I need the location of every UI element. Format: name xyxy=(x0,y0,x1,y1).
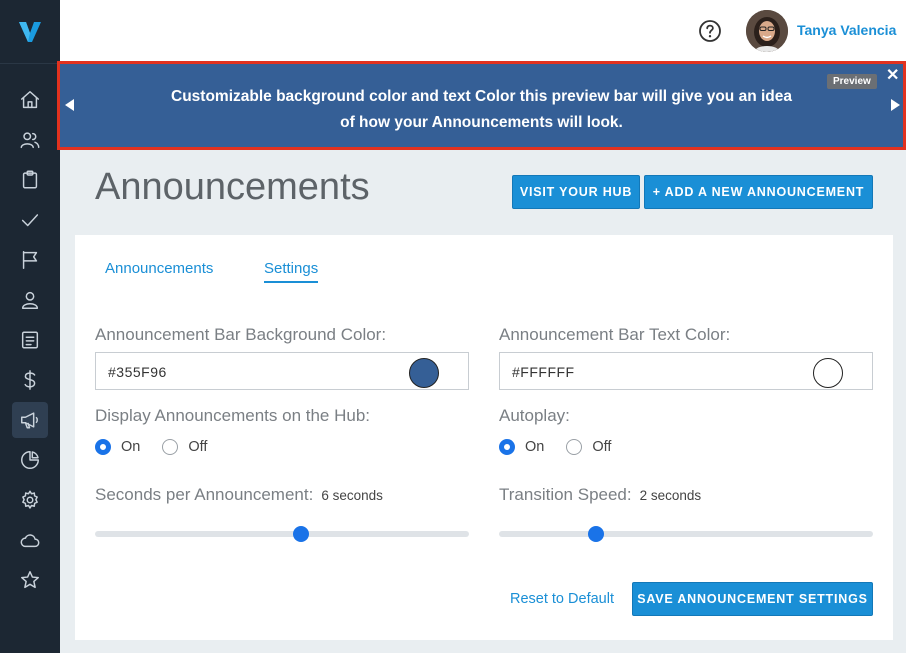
bg-color-value[interactable]: #355F96 xyxy=(108,364,167,380)
transition-slider[interactable] xyxy=(499,526,873,542)
person-icon xyxy=(21,291,39,309)
preview-line-1: Customizable background color and text C… xyxy=(171,88,792,105)
visit-hub-button[interactable]: VISIT YOUR HUB xyxy=(512,175,640,209)
display-label: Display Announcements on the Hub: xyxy=(95,406,371,425)
text-color-value[interactable]: #FFFFFF xyxy=(512,364,575,380)
autoplay-on-label[interactable]: On xyxy=(525,439,544,455)
tab-settings[interactable]: Settings xyxy=(264,260,319,283)
transition-slider-thumb[interactable] xyxy=(588,526,605,542)
display-off-radio[interactable] xyxy=(162,439,179,455)
text-color-input[interactable]: #FFFFFF xyxy=(499,352,873,390)
seconds-slider-thumb[interactable] xyxy=(292,526,309,542)
display-off-label[interactable]: Off xyxy=(188,439,207,455)
seconds-value: 6 seconds xyxy=(321,488,383,503)
user-name[interactable]: Tanya Valencia xyxy=(797,22,896,38)
next-arrow-icon[interactable] xyxy=(891,99,900,111)
help-icon[interactable] xyxy=(698,19,722,43)
sidebar-item-users[interactable] xyxy=(12,122,48,158)
tab-announcements[interactable]: Announcements xyxy=(105,260,213,277)
clipboard-icon xyxy=(22,170,38,189)
star-icon xyxy=(21,571,39,589)
preview-badge: Preview xyxy=(827,74,877,89)
text-color-swatch[interactable] xyxy=(813,358,843,388)
seconds-label: Seconds per Announcement: xyxy=(95,485,314,504)
transition-value: 2 seconds xyxy=(639,488,702,503)
avatar[interactable] xyxy=(746,10,788,52)
bg-color-input[interactable]: #355F96 xyxy=(95,352,469,390)
sidebar-item-billing[interactable] xyxy=(12,362,48,398)
preview-line-2: of how your Announcements will look. xyxy=(340,114,623,131)
document-icon xyxy=(21,331,39,349)
megaphone-icon xyxy=(21,412,38,429)
seconds-slider[interactable] xyxy=(95,526,469,542)
top-header: Tanya Valencia xyxy=(60,0,906,62)
settings-card: Announcements Settings Announcement Bar … xyxy=(75,235,893,640)
sidebar-item-flag[interactable] xyxy=(12,242,48,278)
text-color-label: Announcement Bar Text Color: xyxy=(499,325,731,344)
autoplay-off-label[interactable]: Off xyxy=(592,439,611,455)
autoplay-radio-group: On Off xyxy=(499,439,633,455)
autoplay-label: Autoplay: xyxy=(499,406,570,425)
seconds-row: Seconds per Announcement: 6 seconds xyxy=(95,485,383,505)
flag-icon xyxy=(22,251,38,269)
sidebar-item-reports[interactable] xyxy=(12,442,48,478)
sidebar-item-profile[interactable] xyxy=(12,282,48,318)
sidebar-item-documents[interactable] xyxy=(12,322,48,358)
pie-chart-icon xyxy=(21,451,39,469)
display-on-label[interactable]: On xyxy=(121,439,140,455)
close-icon[interactable]: ✕ xyxy=(886,68,899,84)
sidebar-item-cloud[interactable] xyxy=(12,522,48,558)
sidebar-item-tasks[interactable] xyxy=(12,202,48,238)
page-title: Announcements xyxy=(95,166,370,208)
reset-to-default-link[interactable]: Reset to Default xyxy=(510,591,614,607)
bg-color-label: Announcement Bar Background Color: xyxy=(95,325,387,344)
user-photo-icon xyxy=(746,10,788,52)
check-icon xyxy=(21,214,39,227)
home-icon xyxy=(21,91,39,109)
sidebar-item-clipboard[interactable] xyxy=(12,162,48,198)
app-logo[interactable] xyxy=(0,0,60,64)
announcement-preview-bar: Customizable background color and text C… xyxy=(57,61,906,150)
dollar-icon xyxy=(24,370,36,390)
transition-row: Transition Speed: 2 seconds xyxy=(499,485,701,505)
sidebar-item-announcements[interactable] xyxy=(12,402,48,438)
users-icon xyxy=(20,132,40,149)
bg-color-swatch[interactable] xyxy=(409,358,439,388)
autoplay-on-radio[interactable] xyxy=(499,439,515,455)
logo-icon xyxy=(19,21,41,42)
autoplay-off-radio[interactable] xyxy=(566,439,583,455)
cloud-icon xyxy=(20,534,40,548)
display-on-radio[interactable] xyxy=(95,439,111,455)
add-announcement-button[interactable]: + ADD A NEW ANNOUNCEMENT xyxy=(644,175,873,209)
sidebar xyxy=(0,0,60,653)
preview-message: Customizable background color and text C… xyxy=(60,84,903,136)
sidebar-item-favorites[interactable] xyxy=(12,562,48,598)
transition-label: Transition Speed: xyxy=(499,485,632,504)
sidebar-item-home[interactable] xyxy=(12,82,48,118)
gear-icon xyxy=(22,490,38,509)
save-settings-button[interactable]: SAVE ANNOUNCEMENT SETTINGS xyxy=(632,582,873,616)
sidebar-item-settings[interactable] xyxy=(12,482,48,518)
display-radio-group: On Off xyxy=(95,439,229,455)
